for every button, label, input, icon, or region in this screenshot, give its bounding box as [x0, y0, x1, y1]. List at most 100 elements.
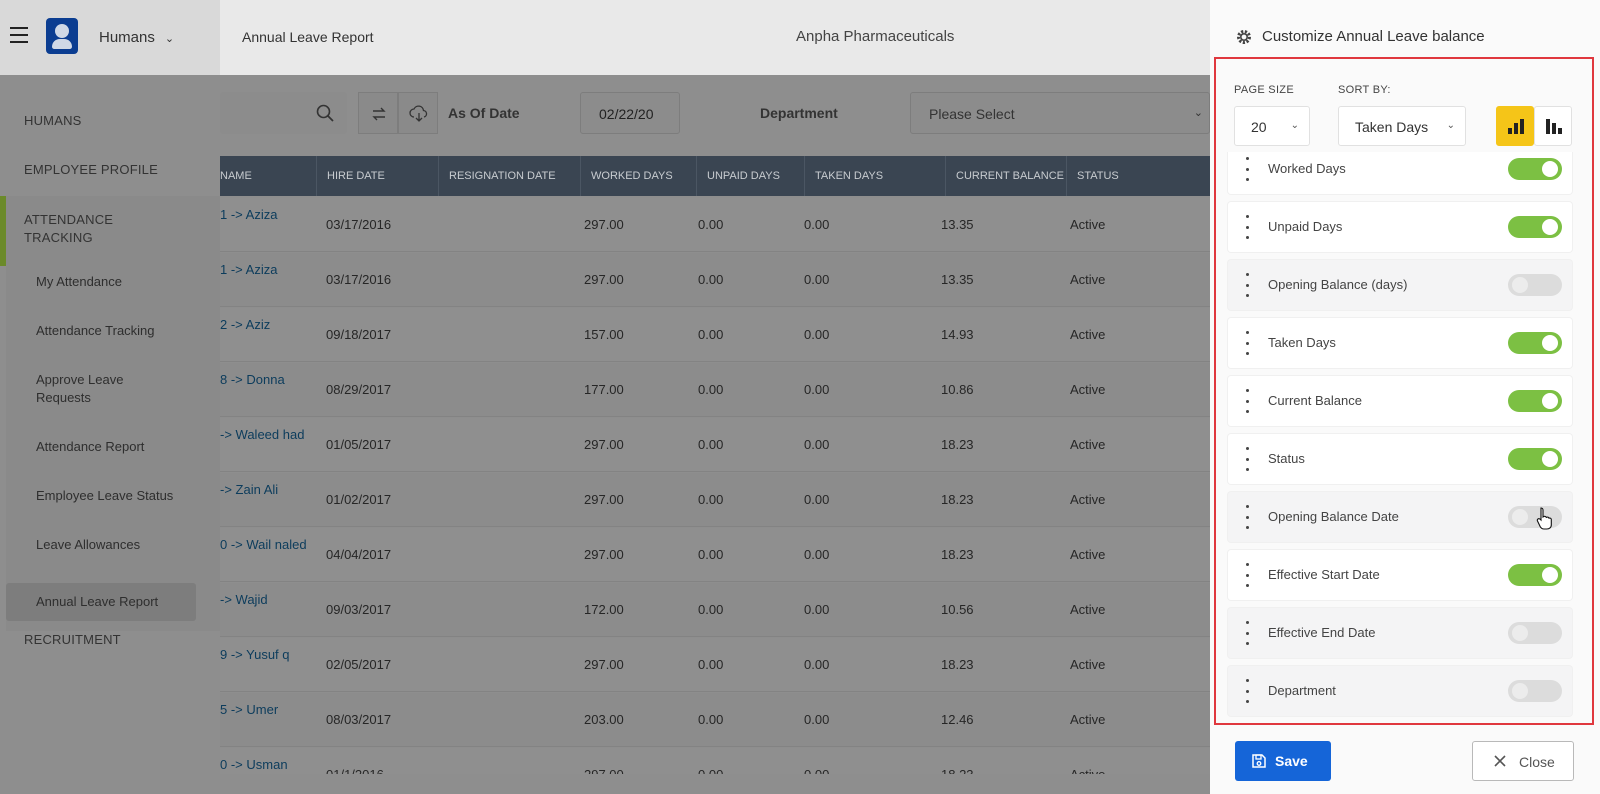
column-header-status[interactable]: STATUS — [1066, 156, 1119, 196]
save-button[interactable]: Save — [1235, 741, 1331, 781]
column-toggle-item[interactable]: Effective End Date — [1228, 608, 1572, 658]
cell-hire: 09/18/2017 — [326, 327, 392, 342]
table-row[interactable]: 0 -> Usman 01/1/2016 297.00 0.00 0.00 18.23 Ac… — [220, 748, 1210, 774]
column-header-hire-date[interactable]: HIRE DATE — [316, 156, 385, 196]
table-row[interactable]: -> Waleed had 01/05/2017 297.00 0.00 0.00 18.… — [220, 418, 1210, 472]
column-toggle-item[interactable]: Effective Start Date — [1228, 550, 1572, 600]
column-toggle-item[interactable]: Current Balance — [1228, 376, 1572, 426]
table-row[interactable]: 1 -> Aziza 03/17/2016 297.00 0.00 0.00 13.35 A… — [220, 253, 1210, 307]
column-toggle-switch[interactable] — [1508, 158, 1562, 180]
column-toggle-label: Taken Days — [1268, 335, 1336, 350]
sort-by-select[interactable]: Taken Days ⌄ — [1338, 106, 1466, 146]
drag-handle-icon[interactable] — [1245, 621, 1249, 645]
employee-name-link[interactable]: -> Wajid — [220, 591, 310, 609]
employee-name-link[interactable]: 2 -> Aziz — [220, 316, 310, 334]
table-row[interactable]: 8 -> Donna 08/29/2017 177.00 0.00 0.00 10.86 A… — [220, 363, 1210, 417]
employee-name-link[interactable]: -> Zain Ali — [220, 481, 310, 499]
drag-handle-icon[interactable] — [1245, 389, 1249, 413]
column-toggle-item[interactable]: Taken Days — [1228, 318, 1572, 368]
column-header-resignation-date[interactable]: RESIGNATION DATE — [438, 156, 556, 196]
column-toggle-switch[interactable] — [1508, 622, 1562, 644]
sidebar-item-my-attendance[interactable]: My Attendance — [36, 273, 196, 291]
employee-name-link[interactable]: -> Waleed had — [220, 426, 310, 444]
toggle-knob — [1512, 683, 1528, 699]
sort-descending-button[interactable] — [1496, 106, 1534, 146]
drag-handle-icon[interactable] — [1245, 563, 1249, 587]
sidebar-section-attendance-tracking[interactable]: ATTENDANCE TRACKING — [24, 211, 154, 247]
employee-name-link[interactable]: 9 -> Yusuf q — [220, 646, 310, 664]
column-toggle-item[interactable]: Unpaid Days — [1228, 202, 1572, 252]
column-toggle-label: Effective Start Date — [1268, 567, 1380, 582]
table-row[interactable]: 5 -> Umer 08/03/2017 203.00 0.00 0.00 12.46 Ac… — [220, 693, 1210, 747]
employee-name-link[interactable]: 1 -> Aziza — [220, 261, 310, 279]
table-row[interactable]: 2 -> Aziz 09/18/2017 157.00 0.00 0.00 14.93 Ac… — [220, 308, 1210, 362]
sidebar-item-leave-allowances[interactable]: Leave Allowances — [36, 536, 196, 554]
chevron-down-icon: ⌄ — [1446, 120, 1455, 131]
drag-handle-icon[interactable] — [1245, 679, 1249, 703]
column-toggle-switch[interactable] — [1508, 332, 1562, 354]
employee-name-link[interactable]: 1 -> Aziza — [220, 206, 310, 224]
employee-name-link[interactable]: 0 -> Wail naled — [220, 536, 310, 554]
download-button[interactable] — [398, 92, 438, 134]
employee-name-link[interactable]: 5 -> Umer — [220, 701, 310, 719]
column-header-unpaid-days[interactable]: UNPAID DAYS — [696, 156, 780, 196]
table-row[interactable]: -> Wajid 09/03/2017 172.00 0.00 0.00 10.56 Act… — [220, 583, 1210, 637]
column-header-taken-days[interactable]: TAKEN DAYS — [804, 156, 883, 196]
cell-worked: 157.00 — [584, 327, 624, 342]
drag-handle-icon[interactable] — [1245, 505, 1249, 529]
cell-hire: 08/29/2017 — [326, 382, 392, 397]
sidebar-item-approve-leave-requests[interactable]: Approve Leave Requests — [36, 371, 146, 407]
page-size-select[interactable]: 20 ⌄ — [1234, 106, 1310, 146]
search-input[interactable] — [220, 92, 347, 134]
column-toggle-switch[interactable] — [1508, 680, 1562, 702]
department-select[interactable]: Please Select ⌄ — [910, 92, 1210, 134]
table-row[interactable]: 9 -> Yusuf q 02/05/2017 297.00 0.00 0.00 18.2… — [220, 638, 1210, 692]
cell-taken: 0.00 — [804, 217, 830, 232]
column-toggle-item[interactable]: Worked Days — [1228, 152, 1572, 194]
app-logo — [46, 18, 78, 54]
table-row[interactable]: 1 -> Aziza 03/17/2016 297.00 0.00 0.00 13.35 A… — [220, 198, 1210, 252]
column-toggle-label: Opening Balance Date — [1268, 509, 1399, 524]
sidebar-section-recruitment[interactable]: RECRUITMENT — [24, 632, 121, 647]
sidebar-item-attendance-tracking[interactable]: Attendance Tracking — [36, 322, 196, 340]
as-of-date-input[interactable]: 02/22/20 — [580, 92, 680, 134]
drag-handle-icon[interactable] — [1245, 447, 1249, 471]
cell-worked: 297.00 — [584, 657, 624, 672]
gear-icon — [1237, 30, 1251, 44]
column-toggle-label: Current Balance — [1268, 393, 1362, 408]
swap-button[interactable] — [358, 92, 398, 134]
column-toggle-switch[interactable] — [1508, 448, 1562, 470]
toggle-knob — [1542, 393, 1558, 409]
sidebar-item-attendance-report[interactable]: Attendance Report — [36, 438, 196, 456]
column-toggle-switch[interactable] — [1508, 390, 1562, 412]
column-header-name[interactable]: NAME — [210, 156, 252, 196]
employee-name-link[interactable]: 0 -> Usman — [220, 756, 310, 774]
sidebar-section-employee-profile[interactable]: EMPLOYEE PROFILE — [24, 162, 158, 177]
column-header-worked-days[interactable]: WORKED DAYS — [580, 156, 673, 196]
column-header-current-balance[interactable]: CURRENT BALANCE — [945, 156, 1064, 196]
sort-ascending-button[interactable] — [1534, 106, 1572, 146]
drag-handle-icon[interactable] — [1245, 273, 1249, 297]
save-icon — [1252, 754, 1266, 768]
column-toggle-switch[interactable] — [1508, 216, 1562, 238]
column-toggle-item[interactable]: Department — [1228, 666, 1572, 716]
sidebar-section-humans[interactable]: HUMANS — [24, 113, 82, 128]
drag-handle-icon[interactable] — [1245, 157, 1249, 181]
column-toggle-item[interactable]: Opening Balance Date — [1228, 492, 1572, 542]
app-switcher[interactable]: Humans ⌄ — [99, 29, 174, 46]
drag-handle-icon[interactable] — [1245, 331, 1249, 355]
drag-handle-icon[interactable] — [1245, 215, 1249, 239]
table-row[interactable]: 0 -> Wail naled 04/04/2017 297.00 0.00 0.00 1… — [220, 528, 1210, 582]
column-toggle-switch[interactable] — [1508, 274, 1562, 296]
hamburger-menu-icon[interactable] — [10, 27, 28, 43]
column-toggle-item[interactable]: Opening Balance (days) — [1228, 260, 1572, 310]
column-toggle-switch[interactable] — [1508, 564, 1562, 586]
sidebar-item-employee-leave-status[interactable]: Employee Leave Status — [36, 487, 196, 505]
sidebar-item-annual-leave-report[interactable]: Annual Leave Report — [36, 593, 196, 611]
close-button[interactable]: Close — [1472, 741, 1574, 781]
employee-name-link[interactable]: 8 -> Donna — [220, 371, 310, 389]
column-toggle-item[interactable]: Status — [1228, 434, 1572, 484]
toggle-knob — [1542, 567, 1558, 583]
table-row[interactable]: -> Zain Ali 01/02/2017 297.00 0.00 0.00 18.23… — [220, 473, 1210, 527]
search-icon[interactable] — [316, 104, 334, 122]
